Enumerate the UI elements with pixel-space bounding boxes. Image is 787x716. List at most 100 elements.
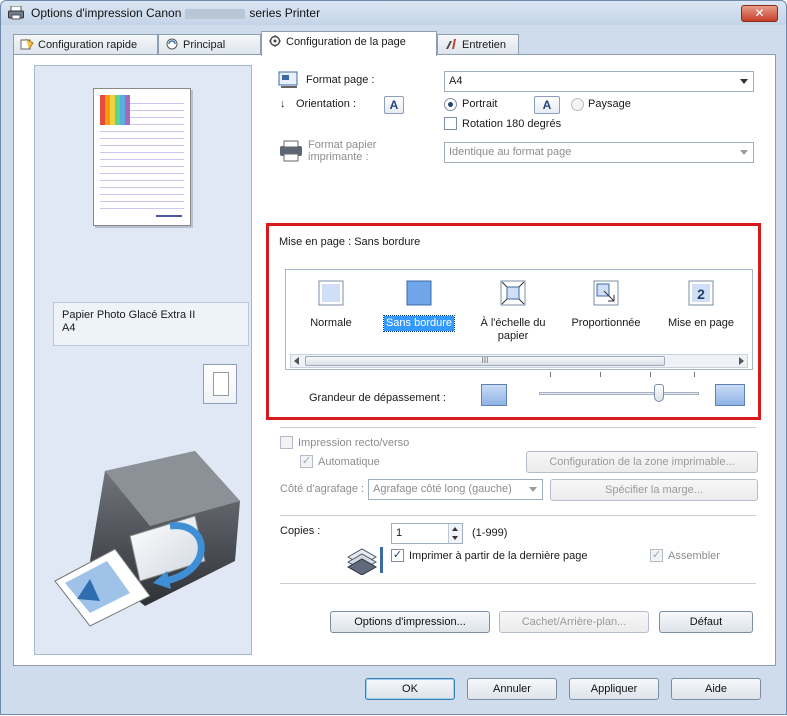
window-title-prefix: Options d'impression Canon xyxy=(31,6,182,20)
slider-tick xyxy=(600,372,601,377)
tab-main[interactable]: Principal xyxy=(158,34,261,55)
separator xyxy=(280,583,756,584)
slider-tick xyxy=(694,372,695,377)
page-order-icon xyxy=(346,547,383,575)
print-area-setup-button[interactable]: Configuration de la zone imprimable... xyxy=(526,451,758,473)
media-type-text: Papier Photo Glacé Extra II xyxy=(62,309,196,321)
orientation-bullet-icon: ↓ xyxy=(280,98,286,110)
dialog-button-bar: OK Annuler Appliquer Aide xyxy=(1,666,787,716)
page-size-dropdown[interactable]: A4 xyxy=(444,71,754,92)
duplex-checkbox[interactable] xyxy=(280,436,293,449)
tab-main-label: Principal xyxy=(183,39,226,51)
page-setup-panel: Papier Photo Glacé Extra II A4 Format pa… xyxy=(13,54,776,666)
tab-quick-setup[interactable]: Configuration rapide xyxy=(13,34,158,55)
collate-checkbox[interactable]: ✓ xyxy=(650,549,663,562)
page-size-label: Format page : xyxy=(306,74,375,86)
layout-option-normal-label: Normale xyxy=(310,317,352,329)
stamp-background-button[interactable]: Cachet/Arrière-plan... xyxy=(499,611,649,633)
layout-option-borderless-label: Sans bordure xyxy=(382,315,456,332)
print-options-button[interactable]: Options d'impression... xyxy=(330,611,490,633)
portrait-orientation-icon: A xyxy=(384,96,404,114)
page-setup-icon xyxy=(269,35,281,47)
scrollbar-thumb[interactable]: III xyxy=(305,356,665,366)
printer-illustration xyxy=(54,451,240,627)
borderless-layout-icon xyxy=(406,280,432,306)
extension-amount-label: Grandeur de dépassement : xyxy=(309,392,446,404)
layout-option-page-layout[interactable]: 2 Mise en page xyxy=(656,280,746,331)
separator xyxy=(280,515,756,516)
ok-button[interactable]: OK xyxy=(365,678,455,700)
normal-layout-icon xyxy=(318,280,344,306)
layout-option-scaled-label: Proportionnée xyxy=(571,317,641,329)
printer-paper-size-label-line1: Format papier xyxy=(308,139,377,151)
layout-option-page-layout-label: Mise en page xyxy=(667,317,735,329)
layout-horizontal-scrollbar[interactable]: III xyxy=(290,354,748,368)
preview-pane: Papier Photo Glacé Extra II A4 xyxy=(34,65,252,655)
copies-spinner-icon[interactable] xyxy=(448,524,462,543)
landscape-label: Paysage xyxy=(588,98,631,110)
scroll-right-icon[interactable] xyxy=(739,357,744,365)
chevron-down-icon xyxy=(529,487,537,492)
printer-paper-size-dropdown[interactable]: Identique au format page xyxy=(444,142,754,163)
apply-button[interactable]: Appliquer xyxy=(569,678,659,700)
media-size-text: A4 xyxy=(62,322,76,334)
chevron-down-icon xyxy=(740,79,748,84)
layout-option-scaled[interactable]: Proportionnée xyxy=(561,280,651,331)
specify-margin-button[interactable]: Spécifier la marge... xyxy=(550,479,758,501)
tab-page-setup[interactable]: Configuration de la page xyxy=(261,31,437,56)
tab-page-setup-label: Configuration de la page xyxy=(286,36,406,48)
stapling-side-dropdown[interactable]: Agrafage côté long (gauche) xyxy=(368,479,543,500)
auto-duplex-checkbox[interactable]: ✓ xyxy=(300,455,313,468)
svg-text:2: 2 xyxy=(697,286,705,302)
cancel-button[interactable]: Annuler xyxy=(467,678,557,700)
orientation-label: Orientation : xyxy=(296,98,356,110)
page-layout-current-value: Sans bordure xyxy=(354,236,421,248)
help-button[interactable]: Aide xyxy=(671,678,761,700)
large-extension-icon xyxy=(715,384,745,406)
tab-maintenance[interactable]: Entretien xyxy=(437,34,519,55)
printer-paper-size-icon xyxy=(280,140,302,162)
layout-option-normal[interactable]: Normale xyxy=(286,280,376,331)
window-title: Options d'impression Canon series Printer xyxy=(31,6,320,20)
copies-label: Copies : xyxy=(280,525,321,537)
fit-to-paper-layout-icon xyxy=(500,280,526,306)
defaults-button[interactable]: Défaut xyxy=(659,611,753,633)
stapling-side-label: Côté d'agrafage : xyxy=(280,483,365,495)
scroll-left-icon[interactable] xyxy=(294,357,299,365)
extension-slider-thumb[interactable] xyxy=(654,384,664,402)
layout-option-fit-to-paper[interactable]: À l'échelle du papier xyxy=(468,280,558,344)
close-button[interactable]: ✕ xyxy=(741,5,778,22)
redacted-model-name xyxy=(185,8,246,19)
rotate-180-label: Rotation 180 degrés xyxy=(462,118,562,130)
slider-tick xyxy=(650,372,651,377)
landscape-radio[interactable] xyxy=(571,98,584,111)
printer-paper-size-label: Format papier imprimante : xyxy=(308,139,376,163)
landscape-orientation-icon: A xyxy=(534,96,560,114)
separator xyxy=(280,427,756,428)
quick-setup-icon xyxy=(20,38,34,50)
reverse-order-checkbox[interactable]: ✓ xyxy=(391,549,404,562)
slider-tick xyxy=(550,372,551,377)
rotate-180-checkbox[interactable] xyxy=(444,117,457,130)
small-extension-icon xyxy=(481,384,507,406)
layout-option-borderless[interactable]: Sans bordure xyxy=(374,280,464,332)
media-info: Papier Photo Glacé Extra II A4 xyxy=(53,302,249,346)
page-size-icon xyxy=(278,71,298,88)
copies-input[interactable]: 1 xyxy=(391,523,463,544)
extension-amount-slider[interactable] xyxy=(539,392,699,395)
tab-maintenance-label: Entretien xyxy=(462,39,507,51)
scaled-layout-icon xyxy=(593,280,619,306)
auto-duplex-label: Automatique xyxy=(318,456,380,468)
printer-paper-size-value: Identique au format page xyxy=(449,146,572,158)
page-layout-list: Normale Sans bordure À l'échelle du papi… xyxy=(285,269,753,370)
page-preview xyxy=(93,88,191,226)
stapling-side-value: Agrafage côté long (gauche) xyxy=(373,483,512,495)
page-layout-heading: Mise en page : Sans bordure xyxy=(279,236,420,248)
printer-paper-size-label-line2: imprimante : xyxy=(308,151,369,163)
portrait-radio[interactable] xyxy=(444,98,457,111)
print-options-window: Options d'impression Canon series Printer… xyxy=(0,0,787,715)
tab-quick-setup-label: Configuration rapide xyxy=(38,39,138,51)
page-layout-group: Mise en page : Sans bordure Normale Sans… xyxy=(266,223,761,420)
main-tab-icon xyxy=(166,38,178,50)
duplex-label: Impression recto/verso xyxy=(298,437,410,449)
